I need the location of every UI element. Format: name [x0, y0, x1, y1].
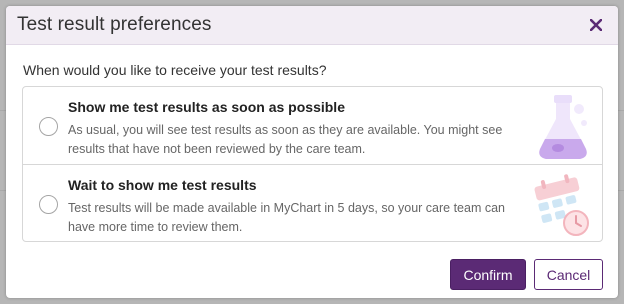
flask-icon	[539, 95, 587, 159]
radio-show-asap[interactable]	[39, 117, 58, 136]
option-title: Show me test results as soon as possible	[68, 99, 345, 115]
close-icon	[590, 19, 602, 31]
question-text: When would you like to receive your test…	[23, 62, 327, 78]
option-description: As usual, you will see test results as s…	[68, 123, 503, 156]
cancel-button[interactable]: Cancel	[534, 259, 603, 290]
option-show-asap[interactable]: Show me test results as soon as possible…	[23, 87, 602, 164]
close-button[interactable]	[586, 15, 606, 35]
confirm-button[interactable]: Confirm	[450, 259, 526, 290]
option-wait[interactable]: Wait to show me test results Test result…	[23, 164, 602, 241]
dialog-header: Test result preferences	[6, 6, 618, 45]
options-list: Show me test results as soon as possible…	[22, 86, 603, 242]
preferences-dialog: Test result preferences When would you l…	[6, 6, 618, 298]
option-title: Wait to show me test results	[68, 177, 257, 193]
dialog-title: Test result preferences	[17, 14, 212, 35]
radio-wait[interactable]	[39, 195, 58, 214]
option-description: Test results will be made available in M…	[68, 201, 505, 234]
calendar-clock-icon	[534, 174, 589, 236]
